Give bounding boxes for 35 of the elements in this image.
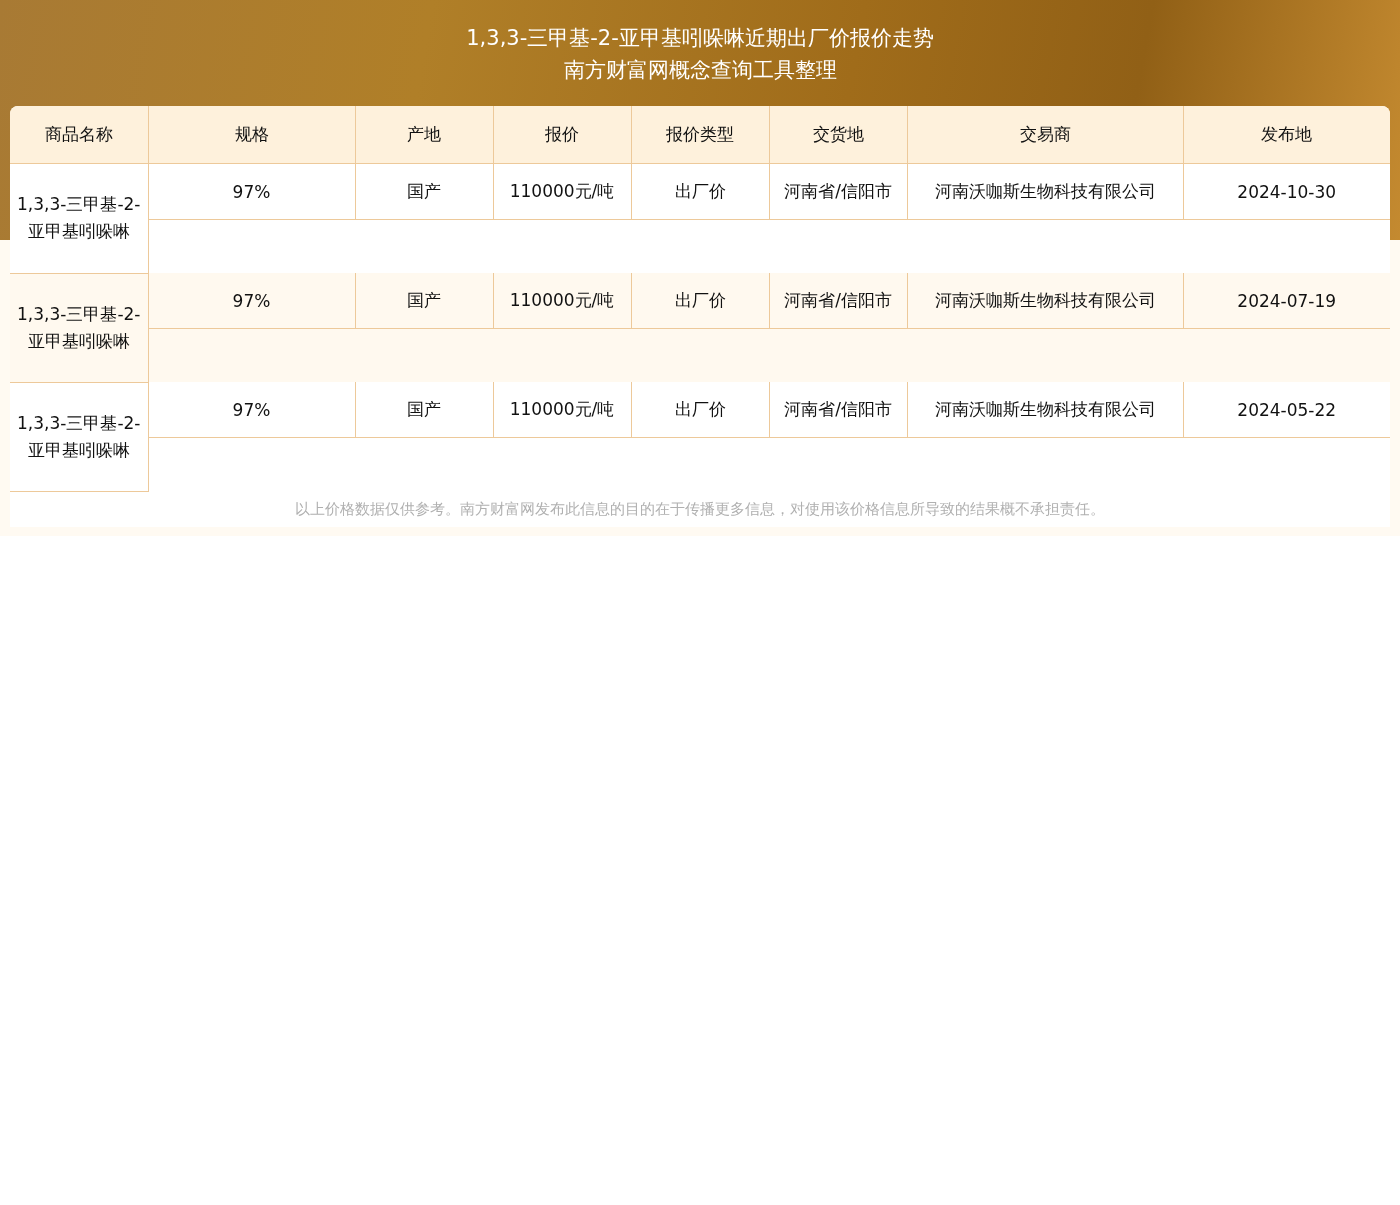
column-header: 报价 [493, 106, 631, 164]
table-cell: 2024-07-19 [1183, 273, 1390, 329]
table-cell: 河南沃咖斯生物科技有限公司 [907, 382, 1183, 438]
table-cell: 河南省/信阳市 [769, 163, 907, 220]
page-subtitle: 南方财富网概念查询工具整理 [562, 57, 838, 84]
column-header: 产地 [355, 106, 493, 164]
table-cell: 1,3,3-三甲基-2-亚甲基吲哚啉 [10, 273, 148, 382]
table-cell: 97% [148, 273, 355, 329]
table-cell: 国产 [355, 382, 493, 438]
column-header: 商品名称 [10, 106, 148, 164]
table-cell: 110000元/吨 [493, 163, 631, 220]
table-cell: 出厂价 [631, 382, 769, 438]
column-header: 报价类型 [631, 106, 769, 164]
column-header: 规格 [148, 106, 355, 164]
table-cell: 97% [148, 382, 355, 438]
column-header: 交货地 [769, 106, 907, 164]
table-cell: 国产 [355, 273, 493, 329]
table-cell: 国产 [355, 163, 493, 220]
table-cell: 1,3,3-三甲基-2-亚甲基吲哚啉 [10, 382, 148, 491]
table-cell: 2024-05-22 [1183, 382, 1390, 438]
table-cell: 河南沃咖斯生物科技有限公司 [907, 273, 1183, 329]
table-cell: 出厂价 [631, 273, 769, 329]
column-header: 交易商 [907, 106, 1183, 164]
page-title: 1,3,3-三甲基-2-亚甲基吲哚啉近期出厂价报价走势 [465, 25, 935, 52]
column-header: 发布地 [1183, 106, 1390, 164]
table-cell: 河南省/信阳市 [769, 273, 907, 329]
table-cell: 110000元/吨 [493, 382, 631, 438]
table-cell: 河南省/信阳市 [769, 382, 907, 438]
table-cell: 110000元/吨 [493, 273, 631, 329]
table-cell: 2024-10-30 [1183, 163, 1390, 220]
table-cell: 97% [148, 163, 355, 220]
table-cell: 出厂价 [631, 163, 769, 220]
table-cell: 河南沃咖斯生物科技有限公司 [907, 163, 1183, 220]
table-cell: 1,3,3-三甲基-2-亚甲基吲哚啉 [10, 163, 148, 273]
disclaimer-text: 以上价格数据仅供参考。南方财富网发布此信息的目的在于传播更多信息，对使用该价格信息所导致的结果概不承担责任。 [294, 498, 1106, 520]
